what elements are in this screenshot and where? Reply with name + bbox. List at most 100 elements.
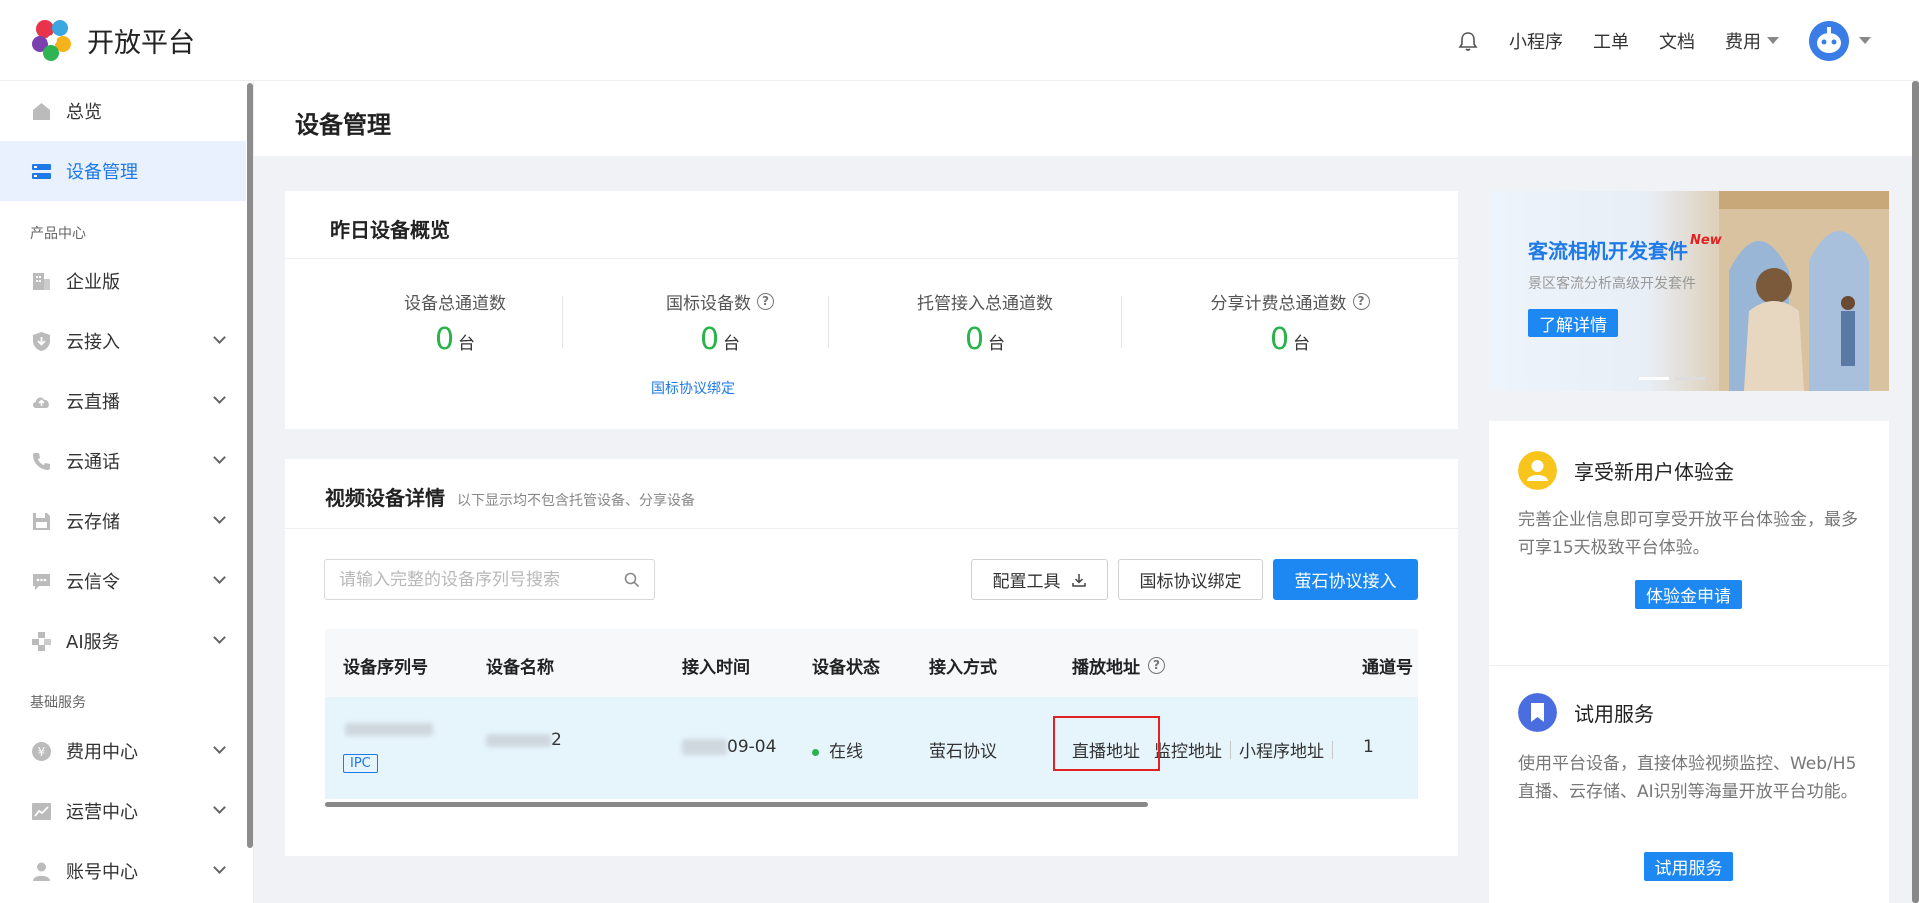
sidebar-item-label: 总览 xyxy=(66,102,102,123)
sidebar-item-label: 运营中心 xyxy=(66,802,138,823)
logo[interactable]: 开放平台 xyxy=(29,17,195,63)
highlight-box xyxy=(1053,716,1160,771)
sidebar-item-label: 云接入 xyxy=(66,332,120,353)
nav-fee-label: 费用 xyxy=(1725,31,1761,53)
col-access-time: 接入时间 xyxy=(682,658,750,678)
gb-bind-button[interactable]: 国标协议绑定 xyxy=(1118,559,1263,600)
col-play-url-label: 播放地址 xyxy=(1072,658,1140,678)
sidebar-item-fee-center[interactable]: ¥ 费用中心 xyxy=(0,721,246,781)
col-channel: 通道号 xyxy=(1362,658,1413,678)
stat-value: 0 xyxy=(964,322,985,357)
overview-card: 昨日设备概览 设备总通道数 0台 国标设备数? 0台 国标协议绑定 托管接入总通… xyxy=(285,191,1458,429)
sidebar-section-products: 产品中心 xyxy=(30,226,86,242)
divider xyxy=(828,296,829,348)
sidebar-item-cloud-signal[interactable]: 云信令 xyxy=(0,551,246,611)
device-search-input[interactable] xyxy=(325,560,605,599)
table-row: IPC 2 09-04 在线 萤石协议 直播地址 监控地址 小程序地址 1 xyxy=(325,697,1418,799)
sidebar-item-ops-center[interactable]: 运营中心 xyxy=(0,781,246,841)
nav-ticket[interactable]: 工单 xyxy=(1593,28,1629,54)
page-header: 设备管理 xyxy=(254,81,1919,156)
sidebar-item-ai-service[interactable]: AI服务 xyxy=(0,611,246,671)
svg-text:¥: ¥ xyxy=(38,745,46,759)
stat-unit: 台 xyxy=(723,334,741,354)
sidebar-item-enterprise[interactable]: 企业版 xyxy=(0,251,246,311)
stat-gb-devices: 国标设备数? 0台 xyxy=(610,289,830,357)
stat-label: 托管接入总通道数 xyxy=(917,294,1053,314)
help-icon[interactable]: ? xyxy=(1148,657,1165,674)
user-menu[interactable] xyxy=(1809,20,1871,61)
button-label: 配置工具 xyxy=(992,572,1061,592)
chevron-down-icon xyxy=(213,631,226,644)
config-tool-button[interactable]: 配置工具 xyxy=(971,559,1108,600)
device-card-title: 视频设备详情 xyxy=(325,486,445,510)
page-title: 设备管理 xyxy=(295,111,391,139)
redacted-date xyxy=(682,739,727,755)
banner-title: 客流相机开发套件 xyxy=(1528,239,1688,263)
col-serial: 设备序列号 xyxy=(343,658,428,678)
chevron-down-icon xyxy=(213,801,226,814)
gb-bind-link[interactable]: 国标协议绑定 xyxy=(651,378,735,398)
col-play-url: 播放地址 ? xyxy=(1072,653,1165,678)
help-icon[interactable]: ? xyxy=(1352,293,1370,310)
server-icon xyxy=(32,163,51,179)
learn-more-button[interactable]: 了解详情 xyxy=(1528,309,1618,337)
status-cell: 在线 xyxy=(812,737,863,762)
stat-label: 分享计费总通道数 xyxy=(1210,294,1347,314)
col-status: 设备状态 xyxy=(812,658,880,678)
sidebar-item-label: 云存储 xyxy=(66,512,120,533)
monitor-url-link[interactable]: 监控地址 xyxy=(1154,737,1222,762)
page-scrollbar[interactable] xyxy=(1912,81,1919,903)
sidebar-item-cloud-live[interactable]: 云直播 xyxy=(0,371,246,431)
ezviz-protocol-access-button[interactable]: 萤石协议接入 xyxy=(1273,559,1418,600)
stat-unit: 台 xyxy=(458,334,476,354)
caret-down-icon xyxy=(1767,37,1779,44)
divider xyxy=(562,296,563,348)
overview-card-title: 昨日设备概览 xyxy=(330,218,450,242)
nav-miniprogram[interactable]: 小程序 xyxy=(1509,28,1563,54)
divider xyxy=(285,258,1458,259)
sidebar-item-cloud-storage[interactable]: 云存储 xyxy=(0,491,246,551)
trial-credit-apply-button[interactable]: 体验金申请 xyxy=(1635,580,1742,609)
sidebar-item-cloud-call[interactable]: 云通话 xyxy=(0,431,246,491)
robot-avatar-icon xyxy=(1809,20,1849,61)
online-dot-icon xyxy=(812,748,819,756)
sidebar-item-label: 费用中心 xyxy=(66,742,138,763)
search-icon[interactable] xyxy=(624,572,640,588)
help-icon[interactable]: ? xyxy=(757,293,774,310)
stat-total-channels: 设备总通道数 0台 xyxy=(355,289,555,357)
cloud-upload-icon xyxy=(33,397,49,408)
redacted-serial xyxy=(345,723,433,736)
sidebar-item-label: 设备管理 xyxy=(66,162,138,183)
chevron-down-icon xyxy=(213,511,226,524)
user-icon xyxy=(33,862,50,881)
chevron-down-icon xyxy=(213,451,226,464)
shield-download-icon xyxy=(33,331,50,351)
sidebar-item-device-management[interactable]: 设备管理 xyxy=(0,141,246,201)
nav-docs[interactable]: 文档 xyxy=(1659,28,1695,54)
logo-text: 开放平台 xyxy=(87,27,195,59)
bell-icon[interactable] xyxy=(1457,30,1479,52)
access-time-cell: 09-04 xyxy=(682,737,776,757)
access-mode-cell: 萤石协议 xyxy=(929,742,997,762)
device-name-suffix: 2 xyxy=(551,730,562,750)
trial-service-button[interactable]: 试用服务 xyxy=(1644,852,1733,881)
sidebar-item-account-center[interactable]: 账号中心 xyxy=(0,841,246,901)
sidebar-item-cloud-access[interactable]: 云接入 xyxy=(0,311,246,371)
col-device-name: 设备名称 xyxy=(486,658,554,678)
trial-credit-desc: 完善企业信息即可享受开放平台体验金，最多可享15天极致平台体验。 xyxy=(1518,510,1858,558)
sidebar-item-overview[interactable]: 总览 xyxy=(0,81,246,141)
stat-hosted-channels: 托管接入总通道数 0台 xyxy=(875,289,1095,357)
channel-cell: 1 xyxy=(1363,737,1374,757)
nav-fee-dropdown[interactable]: 费用 xyxy=(1725,28,1779,54)
status-text: 在线 xyxy=(829,742,863,762)
table-horizontal-scrollbar[interactable] xyxy=(325,802,1148,807)
chevron-down-icon xyxy=(213,741,226,754)
sidebar-scrollbar[interactable] xyxy=(247,83,253,848)
sidebar-section-basic: 基础服务 xyxy=(30,695,86,711)
miniprogram-url-link[interactable]: 小程序地址 xyxy=(1239,737,1324,762)
sidebar-item-label: 云通话 xyxy=(66,452,120,473)
promo-banner[interactable]: 客流相机开发套件 New 景区客流分析高级开发套件 了解详情 xyxy=(1489,191,1889,391)
page-scrollbar-thumb[interactable] xyxy=(1912,81,1919,903)
download-icon xyxy=(1071,573,1086,587)
sidebar-item-label: 账号中心 xyxy=(66,862,138,883)
